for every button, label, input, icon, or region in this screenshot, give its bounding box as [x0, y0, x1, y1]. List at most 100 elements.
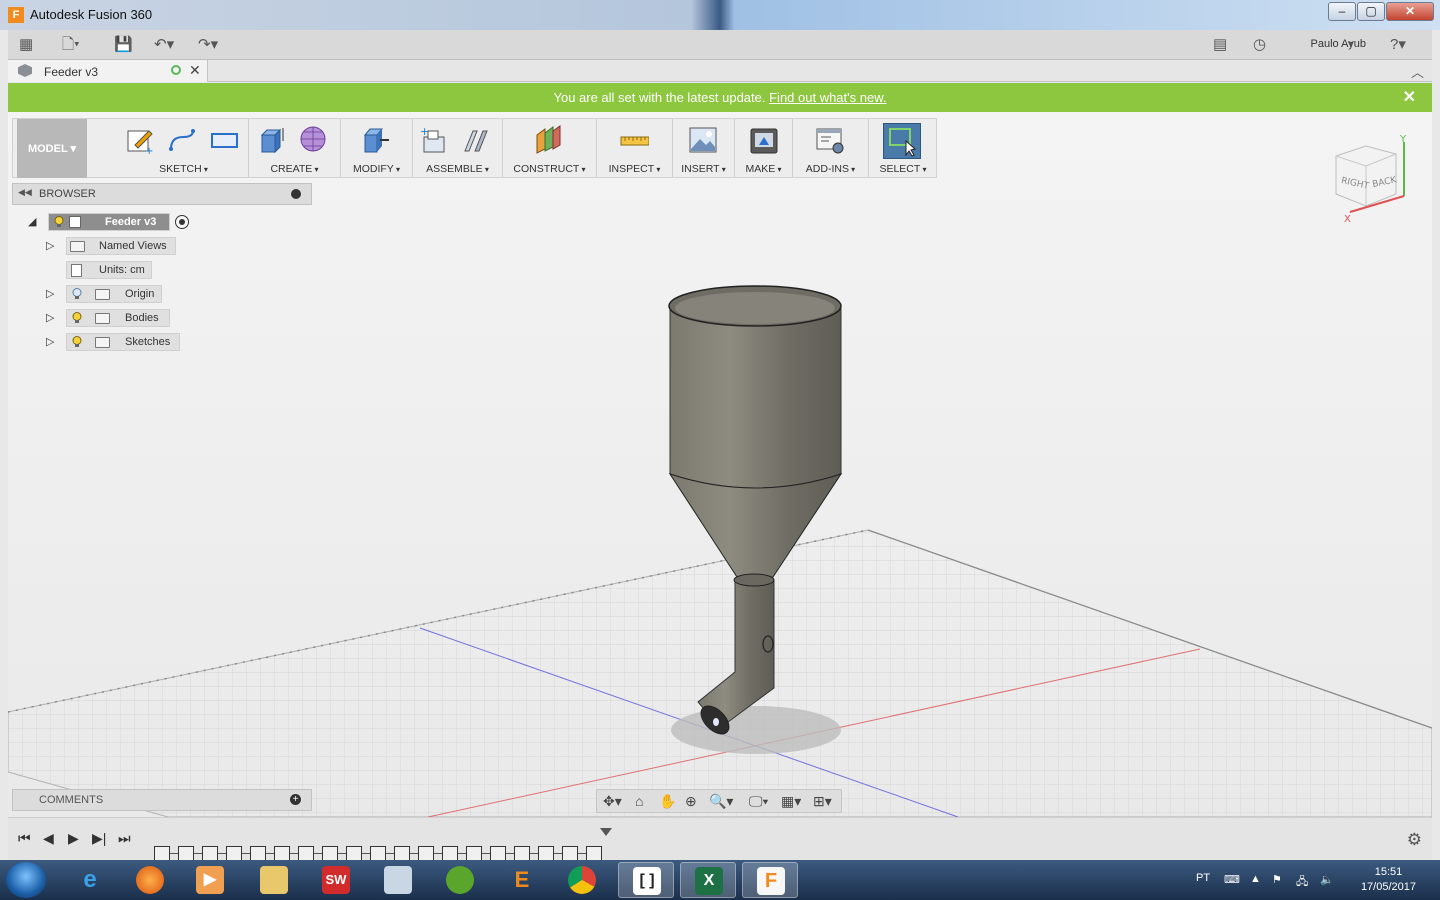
save-icon[interactable]: 💾 [114, 35, 133, 55]
go-to-start-icon[interactable]: ⏮ [18, 830, 31, 847]
origin-chip[interactable]: Origin [66, 285, 162, 303]
document-tab[interactable]: Feeder v3 ✕ [8, 60, 208, 82]
play-icon[interactable]: ▶ [68, 830, 79, 847]
taskbar-solidworks[interactable]: SW [308, 862, 364, 898]
volume-icon[interactable]: 🔈 [1320, 873, 1334, 886]
orbit-icon[interactable]: ✥▾ [603, 793, 622, 810]
select-tool-button[interactable] [883, 123, 921, 159]
taskbar-app-green[interactable] [432, 862, 488, 898]
bodies-chip[interactable]: Bodies [66, 309, 170, 327]
start-button[interactable] [6, 862, 46, 898]
sketch-group[interactable]: + SKETCH [119, 119, 249, 177]
help-icon[interactable]: ?▾ [1390, 35, 1406, 55]
maximize-button[interactable]: ▢ [1357, 2, 1385, 21]
minimize-button[interactable]: – [1328, 2, 1356, 21]
select-group[interactable]: SELECT [869, 119, 937, 177]
create-group[interactable]: CREATE [249, 119, 341, 177]
taskbar-app-orange[interactable]: E [494, 862, 550, 898]
3d-print-icon[interactable] [749, 125, 779, 155]
show-hidden-icons-chevron-icon[interactable]: ▲ [1250, 873, 1264, 885]
taskbar-calculator[interactable] [370, 862, 426, 898]
data-panel-grid-icon[interactable]: ▦ [19, 35, 33, 55]
notifications-icon[interactable]: ▤ [1213, 35, 1227, 55]
go-to-end-icon[interactable]: ⏭ [118, 830, 131, 847]
close-notification-icon[interactable]: ✕ [1403, 83, 1416, 112]
timeline-features[interactable] [154, 832, 602, 862]
tree-row-sketches[interactable]: ▷ Sketches [46, 333, 186, 352]
add-ins-group[interactable]: ADD-INS [793, 119, 869, 177]
collapse-chevron-icon[interactable]: ︿ [1411, 62, 1424, 81]
user-menu-chevron-icon[interactable]: ▾ [1348, 35, 1353, 55]
input-language[interactable]: PT [1196, 872, 1210, 884]
create-form-icon[interactable] [299, 125, 329, 155]
visibility-bulb-icon[interactable] [72, 336, 82, 348]
new-component-icon[interactable]: + [419, 125, 449, 155]
redo-icon[interactable]: ↷▾ [198, 35, 218, 55]
comments-panel[interactable]: COMMENTS + [12, 789, 312, 811]
network-icon[interactable]: 🖧 [1296, 873, 1310, 888]
job-status-clock-icon[interactable]: ◷ [1253, 35, 1266, 55]
visibility-bulb-off-icon[interactable] [72, 288, 82, 300]
offset-plane-icon[interactable] [533, 125, 563, 155]
taskbar-media-player[interactable]: ▶ [182, 862, 238, 898]
close-window-button[interactable]: ✕ [1386, 2, 1434, 21]
timeline-marker-icon[interactable] [600, 828, 612, 836]
taskbar-firefox[interactable] [122, 862, 178, 898]
workspace-switcher-button[interactable]: MODEL ▾ [17, 119, 87, 178]
tree-row-units[interactable]: Units: cm [46, 261, 186, 280]
close-tab-icon[interactable]: ✕ [189, 62, 201, 79]
browser-collapse-icon[interactable]: ◀◀ [18, 187, 32, 198]
undo-icon[interactable]: ↶▾ [154, 35, 174, 55]
expand-toggle-icon[interactable]: ▷ [46, 240, 58, 252]
browser-panel-header[interactable]: ◀◀ BROWSER [12, 183, 312, 205]
inspect-group[interactable]: INSPECT [597, 119, 673, 177]
insert-image-icon[interactable] [688, 125, 718, 155]
taskbar-excel[interactable]: X [680, 862, 736, 898]
zoom-window-icon[interactable]: ⊕ [685, 793, 697, 810]
press-pull-icon[interactable] [361, 125, 391, 155]
expand-toggle-icon[interactable]: ▷ [46, 312, 58, 324]
action-center-flag-icon[interactable]: ⚑ [1272, 873, 1286, 886]
collapse-toggle-icon[interactable]: ◢ [28, 216, 40, 228]
step-forward-icon[interactable]: ▶| [92, 830, 106, 847]
fit-zoom-icon[interactable]: 🔍▾ [709, 793, 733, 810]
activate-radio-icon[interactable] [175, 215, 189, 229]
pan-hand-icon[interactable]: ✋ [659, 793, 676, 810]
modify-group[interactable]: MODIFY [341, 119, 413, 177]
joint-icon[interactable] [461, 125, 491, 155]
visibility-bulb-icon[interactable] [72, 312, 82, 324]
look-at-icon[interactable]: ⌂ [635, 793, 643, 809]
construct-group[interactable]: CONSTRUCT [503, 119, 597, 177]
display-settings-icon[interactable]: 🖵▾ [749, 793, 768, 810]
keyboard-icon[interactable]: ⌨ [1224, 873, 1240, 886]
tree-row-bodies[interactable]: ▷ Bodies [46, 309, 186, 328]
browser-minimize-icon[interactable] [291, 189, 301, 199]
add-comment-icon[interactable]: + [290, 794, 301, 805]
taskbar-clock[interactable]: 15:51 17/05/2017 [1361, 865, 1416, 895]
line-tool-icon[interactable] [167, 125, 197, 155]
taskbar-internet-explorer[interactable]: e [62, 862, 118, 898]
step-back-icon[interactable]: ◀ [43, 830, 54, 847]
extrude-icon[interactable] [257, 125, 287, 155]
assemble-group[interactable]: + ASSEMBLE [413, 119, 503, 177]
insert-group[interactable]: INSERT [673, 119, 735, 177]
expand-toggle-icon[interactable]: ▷ [46, 336, 58, 348]
sketches-chip[interactable]: Sketches [66, 333, 180, 351]
root-component-chip[interactable]: Feeder v3 [48, 213, 170, 231]
scripts-add-ins-icon[interactable] [815, 125, 845, 155]
measure-ruler-icon[interactable] [619, 125, 649, 155]
taskbar-fusion-360[interactable]: F [742, 862, 798, 898]
visibility-bulb-icon[interactable] [54, 216, 64, 228]
named-views-chip[interactable]: Named Views [66, 237, 176, 255]
taskbar-notepad-app[interactable]: [ ] [618, 862, 674, 898]
user-account-menu[interactable]: Paulo Ayub [1311, 38, 1366, 50]
grid-settings-icon[interactable]: ▦▾ [781, 793, 801, 810]
units-chip[interactable]: Units: cm [66, 261, 152, 279]
whats-new-link[interactable]: Find out what's new. [769, 90, 886, 105]
rectangle-tool-icon[interactable] [209, 125, 239, 155]
create-sketch-icon[interactable]: + [125, 125, 155, 155]
tree-row-origin[interactable]: ▷ Origin [46, 285, 186, 304]
timeline-settings-gear-icon[interactable]: ⚙ [1407, 830, 1422, 850]
expand-toggle-icon[interactable]: ▷ [46, 288, 58, 300]
make-group[interactable]: MAKE [735, 119, 793, 177]
